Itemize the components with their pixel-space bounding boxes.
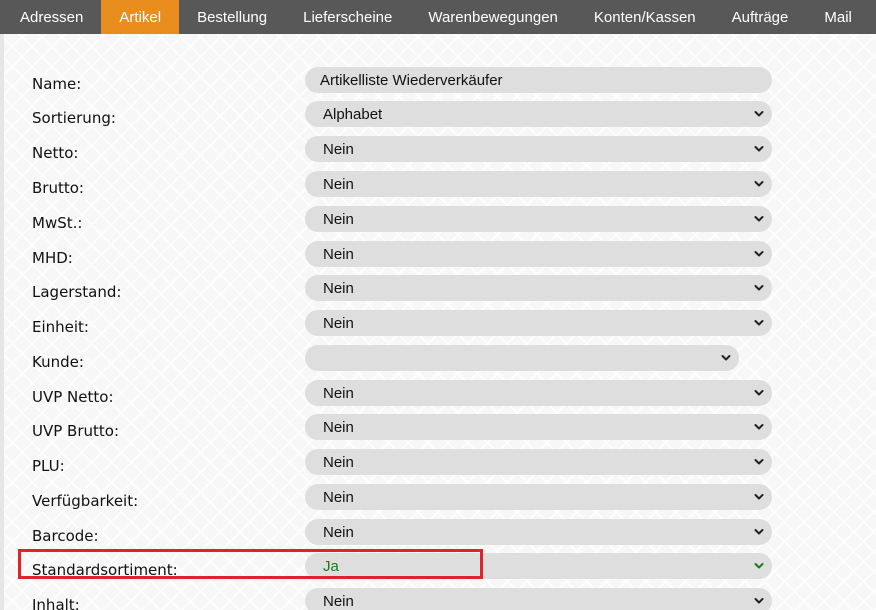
nav-tab-label: Adressen xyxy=(20,8,84,26)
einheit-select[interactable]: Nein xyxy=(305,310,772,336)
form-row-kunde: Kunde: xyxy=(0,345,876,375)
verfuegbarkeit-select[interactable]: Nein xyxy=(305,484,772,510)
mwst-select[interactable]: Nein xyxy=(305,206,772,232)
uvp-netto-select[interactable]: Nein xyxy=(305,380,772,406)
form-row-netto: Netto: Nein xyxy=(0,136,876,166)
barcode-label: Barcode: xyxy=(32,527,99,545)
plu-select[interactable]: Nein xyxy=(305,449,772,475)
nav-tab-label: Konten/Kassen xyxy=(593,8,696,26)
nav-tab-label: Artikel xyxy=(119,8,162,26)
top-navigation: Adressen Artikel Bestellung Lieferschein… xyxy=(0,0,876,34)
form-row-barcode: Barcode: Nein xyxy=(0,519,876,549)
nav-tab-artikel[interactable]: Artikel xyxy=(101,0,180,34)
chevron-down-icon xyxy=(754,598,764,604)
form-row-verfuegbarkeit: Verfügbarkeit: Nein xyxy=(0,484,876,514)
form-row-uvp-brutto: UVP Brutto: Nein xyxy=(0,414,876,444)
name-input[interactable]: Artikelliste Wiederverkäufer xyxy=(305,67,772,93)
netto-label: Netto: xyxy=(32,144,79,162)
mwst-value: Nein xyxy=(323,210,354,228)
einheit-label: Einheit: xyxy=(32,318,89,336)
form-row-plu: PLU: Nein xyxy=(0,449,876,479)
inhalt-value: Nein xyxy=(323,592,354,610)
chevron-down-icon xyxy=(754,146,764,152)
form-row-mwst: MwSt.: Nein xyxy=(0,206,876,236)
form-row-mhd: MHD: Nein xyxy=(0,241,876,271)
nav-tab-warenbewegungen[interactable]: Warenbewegungen xyxy=(410,0,576,34)
nav-tab-lieferscheine[interactable]: Lieferscheine xyxy=(285,0,410,34)
nav-tab-label: Mail xyxy=(824,8,852,26)
nav-tab-adressen[interactable]: Adressen xyxy=(0,0,101,34)
chevron-down-icon xyxy=(754,320,764,326)
mhd-value: Nein xyxy=(323,245,354,263)
einheit-value: Nein xyxy=(323,314,354,332)
uvp-netto-value: Nein xyxy=(323,384,354,402)
chevron-down-icon xyxy=(754,563,764,569)
form-row-name: Name: Artikelliste Wiederverkäufer xyxy=(0,67,876,97)
sortierung-value: Alphabet xyxy=(323,105,383,123)
nav-tab-bestellung[interactable]: Bestellung xyxy=(179,0,285,34)
form-row-einheit: Einheit: Nein xyxy=(0,310,876,340)
chevron-down-icon xyxy=(754,251,764,257)
verfuegbarkeit-label: Verfügbarkeit: xyxy=(32,492,139,510)
lagerstand-value: Nein xyxy=(323,279,354,297)
uvp-brutto-select[interactable]: Nein xyxy=(305,414,772,440)
standardsortiment-value: Ja xyxy=(323,557,339,575)
chevron-down-icon xyxy=(754,111,764,117)
mwst-label: MwSt.: xyxy=(32,214,83,232)
nav-tab-label: Warenbewegungen xyxy=(428,8,558,26)
lagerstand-label: Lagerstand: xyxy=(32,283,122,301)
chevron-down-icon xyxy=(754,494,764,500)
nav-tab-auftraege[interactable]: Aufträge xyxy=(714,0,807,34)
inhalt-label: Inhalt: xyxy=(32,596,80,610)
brutto-label: Brutto: xyxy=(32,179,84,197)
mhd-select[interactable]: Nein xyxy=(305,241,772,267)
sortierung-label: Sortierung: xyxy=(32,109,116,127)
chevron-down-icon xyxy=(754,529,764,535)
uvp-brutto-label: UVP Brutto: xyxy=(32,422,120,440)
standardsortiment-label: Standardsortiment: xyxy=(32,561,178,579)
chevron-down-icon xyxy=(754,424,764,430)
nav-tab-mail[interactable]: Mail xyxy=(806,0,870,34)
nav-tab-label: Lieferscheine xyxy=(303,8,393,26)
name-input-value: Artikelliste Wiederverkäufer xyxy=(320,71,503,89)
form-row-standardsortiment: Standardsortiment: Ja xyxy=(0,553,876,583)
uvp-netto-label: UVP Netto: xyxy=(32,388,114,406)
kunde-label: Kunde: xyxy=(32,353,84,371)
chevron-down-icon xyxy=(754,285,764,291)
barcode-select[interactable]: Nein xyxy=(305,519,772,545)
chevron-down-icon xyxy=(721,355,731,361)
name-label: Name: xyxy=(32,75,82,93)
verfuegbarkeit-value: Nein xyxy=(323,488,354,506)
sortierung-select[interactable]: Alphabet xyxy=(305,101,772,127)
form-row-brutto: Brutto: Nein xyxy=(0,171,876,201)
chevron-down-icon xyxy=(754,216,764,222)
form-row-lagerstand: Lagerstand: Nein xyxy=(0,275,876,305)
chevron-down-icon xyxy=(754,181,764,187)
form-row-inhalt: Inhalt: Nein xyxy=(0,588,876,610)
lagerstand-select[interactable]: Nein xyxy=(305,275,772,301)
inhalt-select[interactable]: Nein xyxy=(305,588,772,610)
standardsortiment-select[interactable]: Ja xyxy=(305,553,772,579)
form-row-uvp-netto: UVP Netto: Nein xyxy=(0,380,876,410)
brutto-select[interactable]: Nein xyxy=(305,171,772,197)
plu-label: PLU: xyxy=(32,457,65,475)
nav-tab-label: Bestellung xyxy=(197,8,268,26)
nav-tab-konten-kassen[interactable]: Konten/Kassen xyxy=(576,0,714,34)
barcode-value: Nein xyxy=(323,523,354,541)
form-row-sortierung: Sortierung: Alphabet xyxy=(0,101,876,131)
chevron-down-icon xyxy=(754,459,764,465)
uvp-brutto-value: Nein xyxy=(323,418,354,436)
plu-value: Nein xyxy=(323,453,354,471)
netto-value: Nein xyxy=(323,140,354,158)
chevron-down-icon xyxy=(754,390,764,396)
kunde-select[interactable] xyxy=(305,345,739,371)
brutto-value: Nein xyxy=(323,175,354,193)
mhd-label: MHD: xyxy=(32,249,73,267)
nav-tab-label: Aufträge xyxy=(731,8,789,26)
netto-select[interactable]: Nein xyxy=(305,136,772,162)
